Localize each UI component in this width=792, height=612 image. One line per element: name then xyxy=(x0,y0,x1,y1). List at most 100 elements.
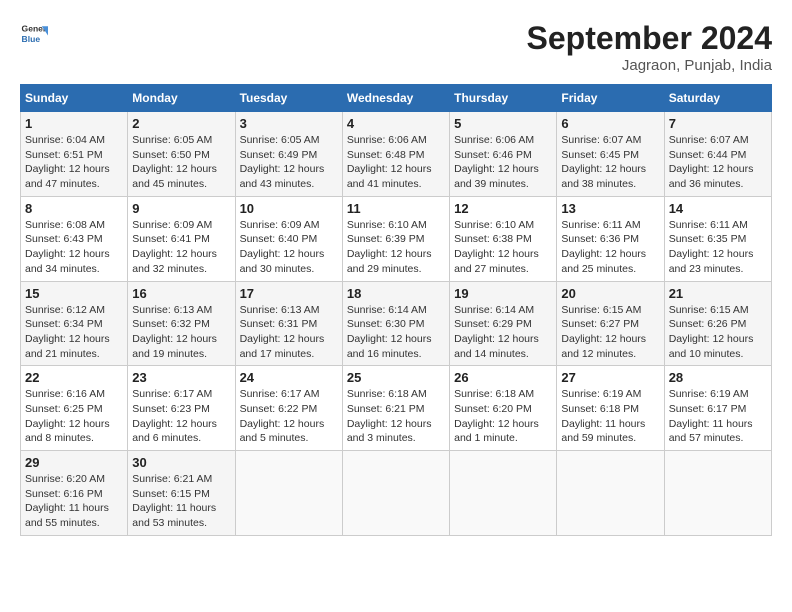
day-number: 29 xyxy=(25,455,123,470)
day-number: 21 xyxy=(669,286,767,301)
day-number: 2 xyxy=(132,116,230,131)
day-detail: Sunrise: 6:10 AMSunset: 6:39 PMDaylight:… xyxy=(347,219,432,275)
calendar-cell: 23 Sunrise: 6:17 AMSunset: 6:23 PMDaylig… xyxy=(128,366,235,451)
day-detail: Sunrise: 6:15 AMSunset: 6:26 PMDaylight:… xyxy=(669,304,754,360)
calendar-cell: 10 Sunrise: 6:09 AMSunset: 6:40 PMDaylig… xyxy=(235,196,342,281)
calendar-week-3: 15 Sunrise: 6:12 AMSunset: 6:34 PMDaylig… xyxy=(21,281,772,366)
calendar-cell: 30 Sunrise: 6:21 AMSunset: 6:15 PMDaylig… xyxy=(128,451,235,536)
day-detail: Sunrise: 6:09 AMSunset: 6:41 PMDaylight:… xyxy=(132,219,217,275)
day-detail: Sunrise: 6:13 AMSunset: 6:32 PMDaylight:… xyxy=(132,304,217,360)
day-number: 20 xyxy=(561,286,659,301)
col-tuesday: Tuesday xyxy=(235,85,342,112)
day-number: 27 xyxy=(561,370,659,385)
calendar-cell: 14 Sunrise: 6:11 AMSunset: 6:35 PMDaylig… xyxy=(664,196,771,281)
calendar-header-row: Sunday Monday Tuesday Wednesday Thursday… xyxy=(21,85,772,112)
day-number: 26 xyxy=(454,370,552,385)
col-monday: Monday xyxy=(128,85,235,112)
day-number: 7 xyxy=(669,116,767,131)
day-detail: Sunrise: 6:13 AMSunset: 6:31 PMDaylight:… xyxy=(240,304,325,360)
day-detail: Sunrise: 6:07 AMSunset: 6:44 PMDaylight:… xyxy=(669,134,754,190)
location: Jagraon, Punjab, India xyxy=(527,57,772,74)
day-detail: Sunrise: 6:05 AMSunset: 6:49 PMDaylight:… xyxy=(240,134,325,190)
month-title: September 2024 xyxy=(527,20,772,57)
calendar-cell: 9 Sunrise: 6:09 AMSunset: 6:41 PMDayligh… xyxy=(128,196,235,281)
calendar-cell: 3 Sunrise: 6:05 AMSunset: 6:49 PMDayligh… xyxy=(235,112,342,197)
day-number: 9 xyxy=(132,201,230,216)
col-saturday: Saturday xyxy=(664,85,771,112)
calendar-cell: 2 Sunrise: 6:05 AMSunset: 6:50 PMDayligh… xyxy=(128,112,235,197)
calendar-cell xyxy=(342,451,449,536)
calendar-cell: 17 Sunrise: 6:13 AMSunset: 6:31 PMDaylig… xyxy=(235,281,342,366)
title-block: September 2024 Jagraon, Punjab, India xyxy=(527,20,772,74)
day-detail: Sunrise: 6:12 AMSunset: 6:34 PMDaylight:… xyxy=(25,304,110,360)
day-number: 13 xyxy=(561,201,659,216)
day-number: 28 xyxy=(669,370,767,385)
col-wednesday: Wednesday xyxy=(342,85,449,112)
calendar-cell: 28 Sunrise: 6:19 AMSunset: 6:17 PMDaylig… xyxy=(664,366,771,451)
day-detail: Sunrise: 6:20 AMSunset: 6:16 PMDaylight:… xyxy=(25,473,109,529)
calendar-cell xyxy=(450,451,557,536)
calendar-cell: 5 Sunrise: 6:06 AMSunset: 6:46 PMDayligh… xyxy=(450,112,557,197)
calendar-cell: 6 Sunrise: 6:07 AMSunset: 6:45 PMDayligh… xyxy=(557,112,664,197)
col-sunday: Sunday xyxy=(21,85,128,112)
col-friday: Friday xyxy=(557,85,664,112)
day-detail: Sunrise: 6:06 AMSunset: 6:48 PMDaylight:… xyxy=(347,134,432,190)
calendar-cell: 20 Sunrise: 6:15 AMSunset: 6:27 PMDaylig… xyxy=(557,281,664,366)
calendar-cell: 12 Sunrise: 6:10 AMSunset: 6:38 PMDaylig… xyxy=(450,196,557,281)
day-detail: Sunrise: 6:11 AMSunset: 6:36 PMDaylight:… xyxy=(561,219,646,275)
day-detail: Sunrise: 6:15 AMSunset: 6:27 PMDaylight:… xyxy=(561,304,646,360)
calendar-week-4: 22 Sunrise: 6:16 AMSunset: 6:25 PMDaylig… xyxy=(21,366,772,451)
day-detail: Sunrise: 6:18 AMSunset: 6:20 PMDaylight:… xyxy=(454,388,539,444)
day-number: 23 xyxy=(132,370,230,385)
day-number: 10 xyxy=(240,201,338,216)
day-detail: Sunrise: 6:21 AMSunset: 6:15 PMDaylight:… xyxy=(132,473,216,529)
calendar-cell: 26 Sunrise: 6:18 AMSunset: 6:20 PMDaylig… xyxy=(450,366,557,451)
day-detail: Sunrise: 6:19 AMSunset: 6:18 PMDaylight:… xyxy=(561,388,645,444)
calendar-cell: 21 Sunrise: 6:15 AMSunset: 6:26 PMDaylig… xyxy=(664,281,771,366)
calendar-cell: 24 Sunrise: 6:17 AMSunset: 6:22 PMDaylig… xyxy=(235,366,342,451)
calendar-cell xyxy=(235,451,342,536)
calendar-cell: 19 Sunrise: 6:14 AMSunset: 6:29 PMDaylig… xyxy=(450,281,557,366)
day-detail: Sunrise: 6:07 AMSunset: 6:45 PMDaylight:… xyxy=(561,134,646,190)
day-detail: Sunrise: 6:17 AMSunset: 6:22 PMDaylight:… xyxy=(240,388,325,444)
day-number: 18 xyxy=(347,286,445,301)
day-number: 3 xyxy=(240,116,338,131)
day-number: 30 xyxy=(132,455,230,470)
calendar-table: Sunday Monday Tuesday Wednesday Thursday… xyxy=(20,84,772,536)
calendar-cell: 15 Sunrise: 6:12 AMSunset: 6:34 PMDaylig… xyxy=(21,281,128,366)
day-number: 17 xyxy=(240,286,338,301)
calendar-cell: 8 Sunrise: 6:08 AMSunset: 6:43 PMDayligh… xyxy=(21,196,128,281)
day-detail: Sunrise: 6:08 AMSunset: 6:43 PMDaylight:… xyxy=(25,219,110,275)
day-detail: Sunrise: 6:19 AMSunset: 6:17 PMDaylight:… xyxy=(669,388,753,444)
day-number: 16 xyxy=(132,286,230,301)
calendar-cell: 29 Sunrise: 6:20 AMSunset: 6:16 PMDaylig… xyxy=(21,451,128,536)
day-detail: Sunrise: 6:09 AMSunset: 6:40 PMDaylight:… xyxy=(240,219,325,275)
calendar-cell: 25 Sunrise: 6:18 AMSunset: 6:21 PMDaylig… xyxy=(342,366,449,451)
calendar-week-2: 8 Sunrise: 6:08 AMSunset: 6:43 PMDayligh… xyxy=(21,196,772,281)
day-number: 5 xyxy=(454,116,552,131)
day-number: 15 xyxy=(25,286,123,301)
page-header: General Blue September 2024 Jagraon, Pun… xyxy=(20,20,772,74)
day-detail: Sunrise: 6:05 AMSunset: 6:50 PMDaylight:… xyxy=(132,134,217,190)
day-detail: Sunrise: 6:06 AMSunset: 6:46 PMDaylight:… xyxy=(454,134,539,190)
svg-text:Blue: Blue xyxy=(22,34,41,44)
day-number: 19 xyxy=(454,286,552,301)
day-number: 24 xyxy=(240,370,338,385)
day-number: 12 xyxy=(454,201,552,216)
day-number: 4 xyxy=(347,116,445,131)
day-detail: Sunrise: 6:04 AMSunset: 6:51 PMDaylight:… xyxy=(25,134,110,190)
day-detail: Sunrise: 6:11 AMSunset: 6:35 PMDaylight:… xyxy=(669,219,754,275)
logo-icon: General Blue xyxy=(20,20,48,48)
day-detail: Sunrise: 6:14 AMSunset: 6:29 PMDaylight:… xyxy=(454,304,539,360)
calendar-cell: 7 Sunrise: 6:07 AMSunset: 6:44 PMDayligh… xyxy=(664,112,771,197)
calendar-cell: 13 Sunrise: 6:11 AMSunset: 6:36 PMDaylig… xyxy=(557,196,664,281)
day-number: 8 xyxy=(25,201,123,216)
calendar-cell: 4 Sunrise: 6:06 AMSunset: 6:48 PMDayligh… xyxy=(342,112,449,197)
day-detail: Sunrise: 6:17 AMSunset: 6:23 PMDaylight:… xyxy=(132,388,217,444)
calendar-cell: 18 Sunrise: 6:14 AMSunset: 6:30 PMDaylig… xyxy=(342,281,449,366)
day-detail: Sunrise: 6:14 AMSunset: 6:30 PMDaylight:… xyxy=(347,304,432,360)
day-number: 25 xyxy=(347,370,445,385)
calendar-week-5: 29 Sunrise: 6:20 AMSunset: 6:16 PMDaylig… xyxy=(21,451,772,536)
calendar-cell xyxy=(557,451,664,536)
calendar-cell: 22 Sunrise: 6:16 AMSunset: 6:25 PMDaylig… xyxy=(21,366,128,451)
